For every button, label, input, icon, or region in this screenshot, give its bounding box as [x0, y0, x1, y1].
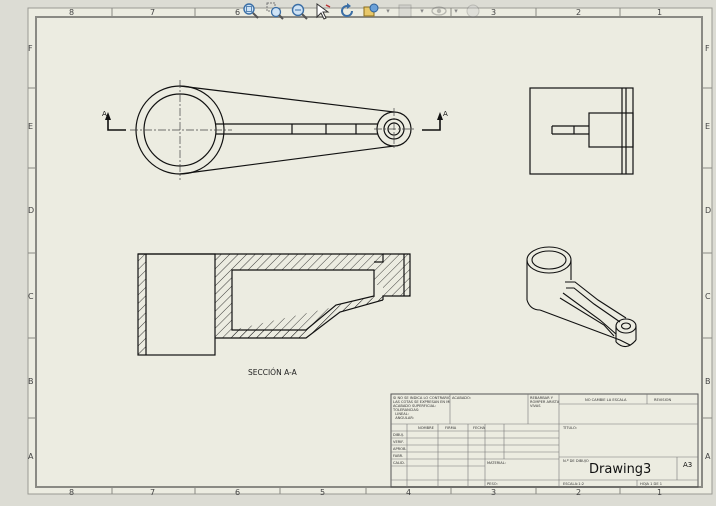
zone-col-8-bottom: 8: [69, 488, 75, 497]
zone-col-5-bottom: 5: [320, 488, 326, 497]
sheet-label: HOJA 1 DE 1: [640, 482, 663, 486]
zone-col-8: 8: [69, 8, 75, 17]
hide-show-icon[interactable]: [428, 1, 450, 21]
chevron-down-icon-2[interactable]: ▾: [418, 1, 426, 21]
heads-up-view-toolbar: ▾ ▾ ▾: [240, 0, 484, 22]
zone-row-a-right: A: [705, 452, 711, 461]
section-marker-left: A: [102, 110, 107, 118]
finish-label: ACABADO:: [452, 396, 472, 400]
row-aprob: APROB.: [393, 447, 407, 451]
zone-row-a: A: [28, 452, 34, 461]
chevron-down-icon-3[interactable]: ▾: [452, 1, 460, 21]
zone-row-f-right: F: [705, 44, 710, 53]
zone-row-f: F: [28, 44, 33, 53]
zone-row-b-right: B: [705, 377, 711, 386]
row-calid: CALID.: [393, 461, 405, 465]
zone-col-4-bottom: 4: [406, 488, 412, 497]
col-nombre: NOMBRE: [418, 426, 434, 430]
zone-row-e-right: E: [705, 122, 711, 131]
material-label: MATERIAL:: [487, 461, 506, 465]
zone-col-7-bottom: 7: [150, 488, 156, 497]
zoom-to-fit-icon[interactable]: [240, 1, 262, 21]
zoom-to-area-icon[interactable]: [264, 1, 286, 21]
zoom-in-out-icon[interactable]: [288, 1, 310, 21]
zone-col-6-bottom: 6: [235, 488, 241, 497]
rotate-view-icon[interactable]: [336, 1, 358, 21]
drawing-name: Drawing3: [589, 462, 652, 477]
zone-col-3-bottom: 3: [491, 488, 497, 497]
zone-col-2-bottom: 2: [576, 488, 582, 497]
view-settings-icon[interactable]: [360, 1, 382, 21]
revision-label: REVISIÓN: [654, 398, 672, 402]
edges-label: REBARBAR Y ROMPER ARISTAS VIVAS: [530, 396, 559, 408]
display-style-icon[interactable]: [394, 1, 416, 21]
zone-col-1: 1: [657, 8, 663, 17]
zone-row-e: E: [28, 122, 34, 131]
zone-col-3: 3: [491, 8, 497, 17]
no-change-scale-label: NO CAMBIE LA ESCALA: [585, 398, 627, 402]
zone-row-d-right: D: [705, 206, 712, 215]
drawing-sheet: A A SECCIÓN A-A: [0, 0, 716, 506]
scale-label: ESCALA:1:2: [563, 482, 584, 486]
zone-col-2: 2: [576, 8, 582, 17]
chevron-down-icon[interactable]: ▾: [384, 1, 392, 21]
appearance-icon[interactable]: [462, 1, 484, 21]
peso-label: PESO:: [487, 482, 498, 486]
tolerance-notes: SI NO SE INDICA LO CONTRARIO: LAS COTAS …: [393, 396, 450, 420]
zone-row-c-right: C: [705, 292, 711, 301]
select-icon[interactable]: [312, 1, 334, 21]
col-firma: FIRMA: [445, 426, 457, 430]
zone-row-d: D: [28, 206, 35, 215]
title-label: TÍTULO:: [563, 426, 577, 430]
zone-row-b: B: [28, 377, 34, 386]
row-verif: VERIF.: [393, 440, 404, 444]
row-fabr: FABR.: [393, 454, 404, 458]
section-marker-right: A: [443, 110, 448, 118]
section-label: SECCIÓN A-A: [248, 368, 298, 377]
zone-col-1-bottom: 1: [657, 488, 663, 497]
zone-row-c: C: [28, 292, 34, 301]
zone-col-7: 7: [150, 8, 156, 17]
sheet-size: A3: [683, 461, 693, 469]
row-dibuj: DIBUJ.: [393, 433, 405, 437]
col-fecha: FECHA: [473, 426, 486, 430]
